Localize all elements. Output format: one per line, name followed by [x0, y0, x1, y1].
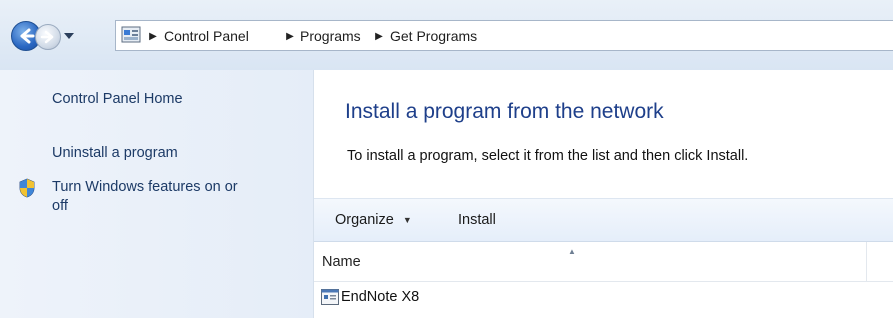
uninstall-program-link[interactable]: Uninstall a program	[52, 144, 178, 163]
organize-label: Organize	[335, 212, 394, 228]
page-title: Install a program from the network	[345, 100, 664, 123]
breadcrumb-control-panel[interactable]: Control Panel	[164, 21, 249, 52]
breadcrumb-separator-icon[interactable]: ▶	[283, 21, 297, 52]
page-instructions: To install a program, select it from the…	[347, 148, 749, 164]
windows-features-link-line2[interactable]: off	[52, 197, 68, 216]
control-panel-icon	[121, 26, 141, 43]
column-header-row: ▲ Name	[314, 242, 893, 282]
breadcrumb-get-programs[interactable]: Get Programs	[390, 21, 477, 52]
column-header-name[interactable]: Name	[322, 254, 361, 270]
breadcrumb-programs[interactable]: Programs	[300, 21, 361, 52]
uac-shield-icon	[19, 178, 35, 198]
control-panel-home-link[interactable]: Control Panel Home	[52, 90, 183, 109]
forward-arrow-icon	[40, 30, 54, 44]
sort-ascending-icon: ▲	[568, 247, 576, 256]
install-button[interactable]: Install	[458, 199, 496, 241]
program-name: EndNote X8	[341, 289, 420, 305]
windows-features-link-line1[interactable]: Turn Windows features on or	[52, 178, 238, 197]
address-bar: ▶ Control Panel ▶ Programs ▶ Get Program…	[0, 0, 893, 70]
dropdown-arrow-icon: ▼	[402, 215, 412, 225]
column-divider[interactable]	[866, 242, 867, 281]
organize-button[interactable]: Organize ▼	[335, 199, 412, 241]
list-item[interactable]: EndNote X8	[314, 283, 893, 313]
recent-pages-dropdown-icon[interactable]	[64, 32, 74, 40]
program-icon	[321, 289, 339, 305]
address-field[interactable]: ▶ Control Panel ▶ Programs ▶ Get Program…	[115, 20, 893, 51]
command-toolbar: Organize ▼ Install	[314, 198, 893, 242]
task-pane: Control Panel Home Uninstall a program T…	[0, 70, 314, 318]
breadcrumb-separator-icon[interactable]: ▶	[372, 21, 386, 52]
forward-button[interactable]	[35, 24, 61, 50]
breadcrumb-separator-icon[interactable]: ▶	[146, 21, 160, 52]
